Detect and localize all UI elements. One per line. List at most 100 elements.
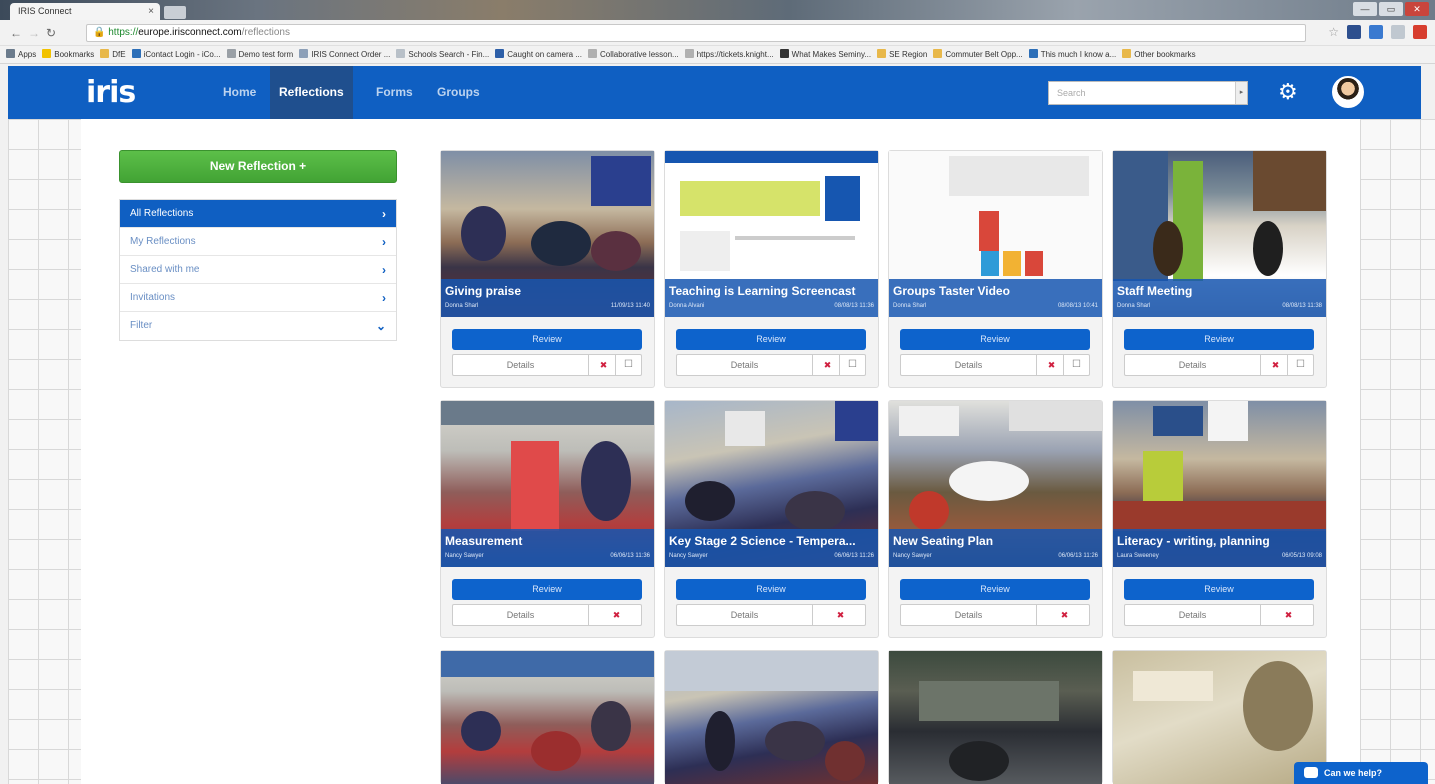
details-button[interactable]: Details [453, 355, 589, 375]
bookmark-item[interactable]: Collaborative lesson... [588, 46, 679, 63]
review-button[interactable]: Review [1124, 579, 1314, 600]
bookmark-icon [684, 49, 694, 58]
thumbnail-detail [981, 251, 999, 276]
delete-icon[interactable]: ✖ [590, 605, 643, 625]
reflection-thumbnail[interactable] [889, 651, 1102, 784]
delete-icon[interactable]: ✖ [1262, 605, 1315, 625]
sidebar-item-invitations[interactable]: Invitations › [120, 284, 396, 312]
nav-reflections[interactable]: Reflections [270, 66, 353, 119]
review-button[interactable]: Review [452, 579, 642, 600]
delete-icon[interactable]: ✖ [814, 605, 867, 625]
reflection-thumbnail[interactable]: Measurement Nancy Sawyer 06/06/13 11:36 [441, 401, 654, 567]
bookmark-item[interactable]: Demo test form [226, 46, 293, 63]
new-tab-button[interactable] [164, 6, 186, 19]
details-button[interactable]: Details [677, 605, 813, 625]
reflection-thumbnail[interactable] [665, 651, 878, 784]
reflection-card: Teaching is Learning Screencast Donna Alv… [664, 150, 879, 388]
reflection-thumbnail[interactable]: New Seating Plan Nancy Sawyer 06/06/13 11:… [889, 401, 1102, 567]
reflection-thumbnail[interactable]: Teaching is Learning Screencast Donna Alv… [665, 151, 878, 317]
review-button[interactable]: Review [676, 579, 866, 600]
extension-icon[interactable] [1347, 25, 1361, 39]
review-button[interactable]: Review [900, 329, 1090, 350]
review-button[interactable]: Review [900, 579, 1090, 600]
reflection-thumbnail[interactable]: Staff Meeting Donna Sharl 08/08/13 11:38 [1113, 151, 1326, 317]
settings-gear-icon[interactable]: ⚙ [1278, 77, 1298, 107]
share-icon[interactable]: ☐ [1287, 355, 1313, 375]
extension-icon[interactable] [1413, 25, 1427, 39]
forward-icon[interactable]: → [28, 26, 40, 40]
bookmark-item[interactable]: https://tickets.knight... [684, 46, 774, 63]
card-actions: Details ✖ [1124, 604, 1314, 626]
search-input[interactable]: Search ▸ [1048, 81, 1248, 105]
browser-tab[interactable]: IRIS Connect × [10, 3, 160, 20]
delete-icon[interactable]: ✖ [590, 355, 617, 375]
star-icon[interactable]: ☆ [1328, 25, 1339, 39]
bookmark-item[interactable]: iContact Login - iCo... [131, 46, 221, 63]
sidebar-item-filter[interactable]: Filter ⌄ [120, 312, 396, 340]
details-button[interactable]: Details [901, 605, 1037, 625]
close-window-button[interactable]: ✕ [1405, 2, 1429, 16]
thumbnail-detail [1009, 401, 1102, 431]
iris-logo[interactable]: iris [86, 77, 136, 109]
bookmark-icon [42, 49, 52, 58]
bookmark-item[interactable]: Bookmarks [42, 46, 94, 63]
share-icon[interactable]: ☐ [615, 355, 641, 375]
details-button[interactable]: Details [677, 355, 813, 375]
nav-groups[interactable]: Groups [428, 66, 489, 119]
tab-close-icon[interactable]: × [148, 3, 154, 20]
bookmark-item[interactable]: This much I know a... [1028, 46, 1116, 63]
share-icon[interactable]: ☐ [1063, 355, 1089, 375]
sidebar-item-shared-with-me[interactable]: Shared with me › [120, 256, 396, 284]
share-icon[interactable]: ☐ [839, 355, 865, 375]
thumbnail-detail [785, 491, 845, 531]
back-icon[interactable]: ← [10, 26, 22, 40]
details-button[interactable]: Details [453, 605, 589, 625]
reflection-card[interactable] [440, 650, 655, 784]
minimize-button[interactable]: — [1353, 2, 1377, 16]
details-button[interactable]: Details [1125, 605, 1261, 625]
nav-forms[interactable]: Forms [367, 66, 422, 119]
details-button[interactable]: Details [1125, 355, 1261, 375]
reflection-thumbnail[interactable] [441, 651, 654, 784]
maximize-button[interactable]: ▭ [1379, 2, 1403, 16]
extension-icon[interactable] [1391, 25, 1405, 39]
reflection-thumbnail[interactable]: Groups Taster Video Donna Sharl 08/08/13 1… [889, 151, 1102, 317]
bookmark-item[interactable]: SE Region [877, 46, 927, 63]
delete-icon[interactable]: ✖ [814, 355, 841, 375]
thumbnail-detail [1143, 451, 1183, 501]
bookmark-item[interactable]: DfE [100, 46, 126, 63]
reflection-thumbnail[interactable]: Giving praise Donna Sharl 11/09/13 11:40 [441, 151, 654, 317]
url-input[interactable]: 🔒 https://europe.irisconnect.com/reflect… [86, 24, 1306, 42]
user-avatar[interactable] [1332, 76, 1364, 108]
bookmark-icon [1122, 49, 1132, 58]
sidebar-item-my-reflections[interactable]: My Reflections › [120, 228, 396, 256]
bookmark-label: Collaborative lesson... [600, 50, 679, 59]
review-button[interactable]: Review [1124, 329, 1314, 350]
review-button[interactable]: Review [452, 329, 642, 350]
bookmark-item[interactable]: Caught on camera ... [495, 46, 582, 63]
bookmark-item[interactable]: Commuter Belt Opp... [933, 46, 1023, 63]
bookmark-item[interactable]: Other bookmarks [1122, 46, 1196, 63]
delete-icon[interactable]: ✖ [1262, 355, 1289, 375]
delete-icon[interactable]: ✖ [1038, 605, 1091, 625]
reflection-card[interactable] [664, 650, 879, 784]
bookmark-item[interactable]: Schools Search - Fin... [396, 46, 489, 63]
extension-icon[interactable] [1369, 25, 1383, 39]
help-chat-button[interactable]: Can we help? [1294, 762, 1428, 784]
sidebar-item-label: Shared with me [130, 264, 200, 275]
thumbnail-detail [1113, 501, 1326, 531]
reflection-thumbnail[interactable]: Key Stage 2 Science - Tempera... Nancy Sa… [665, 401, 878, 567]
reload-icon[interactable]: ↻ [46, 26, 56, 40]
reflection-card[interactable] [888, 650, 1103, 784]
review-button[interactable]: Review [676, 329, 866, 350]
reflection-thumbnail[interactable]: Literacy - writing, planning Laura Sweene… [1113, 401, 1326, 567]
bookmark-item[interactable]: Apps [6, 46, 36, 63]
bookmark-item[interactable]: IRIS Connect Order ... [299, 46, 390, 63]
search-dropdown-icon[interactable]: ▸ [1235, 82, 1247, 104]
details-button[interactable]: Details [901, 355, 1037, 375]
bookmark-item[interactable]: What Makes Seminy... [779, 46, 871, 63]
delete-icon[interactable]: ✖ [1038, 355, 1065, 375]
nav-home[interactable]: Home [214, 66, 265, 119]
sidebar-item-all-reflections[interactable]: All Reflections › [120, 200, 396, 228]
new-reflection-button[interactable]: New Reflection + [119, 150, 397, 183]
